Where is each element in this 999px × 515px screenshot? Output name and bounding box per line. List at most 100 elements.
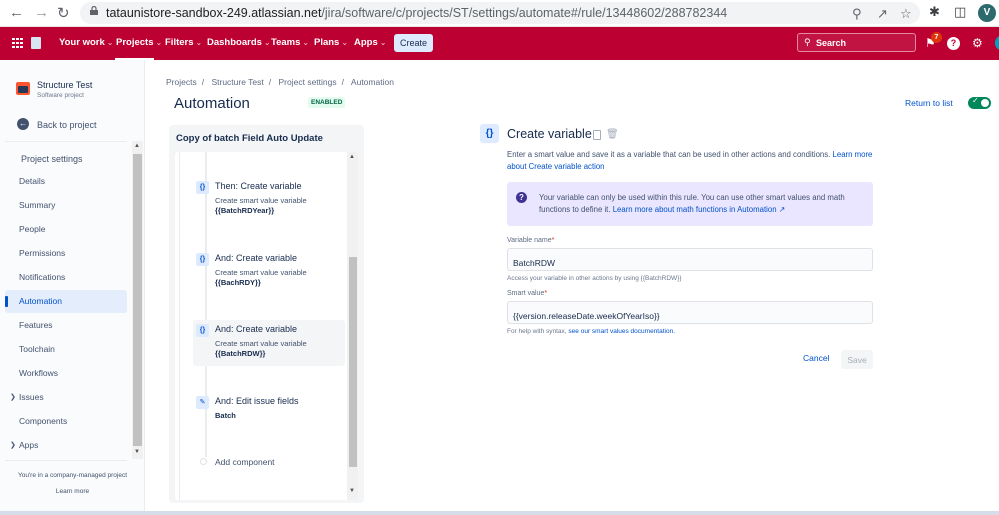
- sidebar-scrollbar[interactable]: ▲ ▼: [132, 141, 143, 459]
- chevron-right-icon: ❯: [10, 394, 16, 401]
- breadcrumb-projects[interactable]: Projects: [166, 77, 197, 87]
- create-button[interactable]: Create: [394, 34, 433, 52]
- zoom-icon[interactable]: ⚲: [852, 6, 862, 22]
- chevron-down-icon: ⌄: [195, 38, 203, 47]
- sidebar-item-automation[interactable]: Automation: [5, 290, 127, 313]
- forward-arrow-icon[interactable]: →: [34, 4, 49, 21]
- nav-apps[interactable]: Apps ⌄: [354, 37, 386, 48]
- math-functions-link[interactable]: Learn more about math functions in Autom…: [613, 205, 786, 214]
- cancel-button[interactable]: Cancel: [803, 353, 829, 363]
- sidebar-item-components[interactable]: Components: [5, 410, 127, 433]
- sidebar-item-apps[interactable]: ❯ Apps: [5, 434, 127, 457]
- nav-your-work[interactable]: Your work ⌄: [59, 37, 113, 48]
- chevron-down-icon: ⌄: [155, 38, 163, 47]
- trash-icon[interactable]: 🗑: [606, 129, 619, 140]
- extensions-icon[interactable]: ✱: [929, 4, 940, 20]
- scroll-down-arrow-icon[interactable]: ▼: [134, 449, 140, 455]
- scroll-up-arrow-icon[interactable]: ▲: [134, 143, 140, 149]
- search-input[interactable]: ⚲ Search: [797, 33, 916, 52]
- rule-list-scrollbar[interactable]: ▲ ▼: [347, 152, 358, 500]
- bookmark-star-icon[interactable]: ☆: [900, 6, 912, 22]
- side-panel-icon[interactable]: ◫: [954, 4, 966, 20]
- smart-values-docs-link[interactable]: see our smart values documentation.: [568, 328, 675, 335]
- app-switcher-icon[interactable]: [12, 38, 23, 48]
- rule-panel: Copy of batch Field Auto Update {} Then:…: [169, 125, 364, 503]
- project-sidebar: Structure Test Software project ← Back t…: [0, 60, 145, 511]
- notification-badge: 7: [931, 32, 942, 43]
- status-badge: ENABLED: [308, 97, 346, 108]
- browser-profile-avatar[interactable]: V: [978, 4, 996, 22]
- sidebar-item-details[interactable]: Details: [5, 170, 127, 193]
- share-icon[interactable]: ↗: [877, 6, 888, 22]
- breadcrumb-project-settings[interactable]: Project settings: [279, 77, 337, 87]
- return-to-list-link[interactable]: Return to list: [905, 98, 953, 108]
- chevron-down-icon: ⌄: [341, 38, 349, 47]
- scroll-down-arrow-icon[interactable]: ▼: [349, 488, 355, 494]
- rail: [179, 152, 180, 500]
- question-circle-icon: ?: [516, 192, 527, 203]
- braces-icon: {}: [196, 181, 209, 194]
- braces-icon: {}: [196, 324, 209, 337]
- page-title: Automation: [174, 95, 250, 112]
- back-to-project-link[interactable]: Back to project: [37, 120, 97, 130]
- divider: [5, 141, 127, 142]
- info-panel: ? Your variable can only be used within …: [507, 182, 873, 226]
- sidebar-item-issues[interactable]: ❯ Issues: [5, 386, 127, 409]
- breadcrumb: Projects / Structure Test / Project settin…: [166, 77, 394, 87]
- address-bar[interactable]: tataunistore-sandbox-249.atlassian.net/j…: [80, 2, 920, 24]
- scrollbar-thumb[interactable]: [133, 154, 142, 446]
- variable-name-input[interactable]: [507, 248, 873, 271]
- project-type-note: You're in a company-managed project: [17, 472, 128, 479]
- braces-icon: {}: [480, 124, 499, 143]
- back-arrow-icon[interactable]: ←: [9, 4, 24, 21]
- help-icon[interactable]: ?: [947, 37, 960, 50]
- save-button[interactable]: Save: [841, 350, 873, 369]
- url-text: tataunistore-sandbox-249.atlassian.net/j…: [106, 6, 728, 20]
- rule-step-selected[interactable]: {} And: Create variable Create smart val…: [193, 320, 345, 366]
- learn-more-link[interactable]: Learn more: [0, 488, 145, 495]
- breadcrumb-automation[interactable]: Automation: [351, 77, 394, 87]
- rule-name: Copy of batch Field Auto Update: [176, 133, 323, 144]
- nav-plans[interactable]: Plans ⌄: [314, 37, 348, 48]
- chevron-down-icon: ⌄: [106, 38, 114, 47]
- reload-icon[interactable]: ↻: [57, 4, 70, 22]
- sidebar-item-people[interactable]: People: [5, 218, 127, 241]
- rule-components-list: {} Then: Create variable Create smart va…: [175, 152, 358, 500]
- nav-dashboards[interactable]: Dashboards ⌄: [207, 37, 271, 48]
- jira-logo[interactable]: [31, 37, 41, 49]
- lock-icon: [90, 6, 98, 15]
- sidebar-heading: Project settings: [21, 154, 83, 164]
- project-name: Structure Test: [37, 80, 93, 90]
- nav-projects[interactable]: Projects ⌄: [116, 37, 162, 48]
- chevron-down-icon: ⌄: [302, 38, 310, 47]
- nav-teams[interactable]: Teams ⌄: [271, 37, 309, 48]
- sidebar-item-workflows[interactable]: Workflows: [5, 362, 127, 385]
- component-description: Enter a smart value and save it as a var…: [507, 150, 873, 171]
- chevron-down-icon: ⌄: [379, 38, 387, 47]
- rule-step[interactable]: {} And: Create variable Create smart val…: [193, 249, 345, 295]
- back-arrow-circle-icon[interactable]: ←: [17, 118, 29, 130]
- window-bottom-edge: [0, 511, 999, 515]
- sidebar-item-summary[interactable]: Summary: [5, 194, 127, 217]
- project-avatar-icon: [16, 82, 30, 95]
- variable-name-help: Access your variable in other actions by…: [507, 275, 682, 282]
- browser-toolbar: ← → ↻ tataunistore-sandbox-249.atlassian…: [0, 0, 999, 27]
- sidebar-item-notifications[interactable]: Notifications: [5, 266, 127, 289]
- sidebar-item-permissions[interactable]: Permissions: [5, 242, 127, 265]
- scroll-up-arrow-icon[interactable]: ▲: [349, 154, 355, 160]
- smart-value-input[interactable]: [507, 301, 873, 324]
- copy-icon[interactable]: [593, 130, 601, 140]
- sidebar-item-features[interactable]: Features: [5, 314, 127, 337]
- search-icon: ⚲: [804, 37, 811, 47]
- breadcrumb-project[interactable]: Structure Test: [211, 77, 263, 87]
- rule-step[interactable]: ✎ And: Edit issue fields Batch: [193, 392, 345, 438]
- rule-step[interactable]: {} Then: Create variable Create smart va…: [193, 177, 345, 223]
- scrollbar-thumb[interactable]: [349, 257, 357, 467]
- braces-icon: {}: [196, 253, 209, 266]
- nav-filters[interactable]: Filters ⌄: [165, 37, 202, 48]
- rule-enabled-toggle[interactable]: ✓: [968, 96, 991, 109]
- check-icon: ✓: [972, 96, 979, 105]
- sidebar-item-toolchain[interactable]: Toolchain: [5, 338, 127, 361]
- chevron-down-icon: ⌄: [263, 38, 271, 47]
- settings-gear-icon[interactable]: ⚙: [972, 36, 983, 50]
